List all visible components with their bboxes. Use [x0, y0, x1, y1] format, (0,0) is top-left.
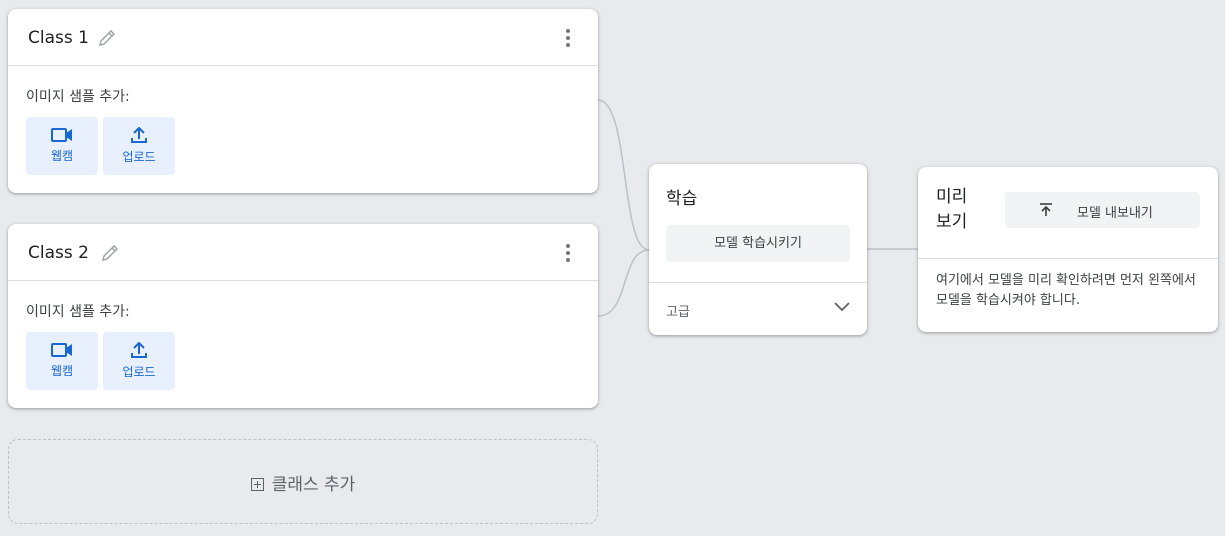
- export-model-button[interactable]: 모델 내보내기: [1005, 192, 1200, 228]
- sample-label: 이미지 샘플 추가:: [26, 89, 130, 105]
- webcam-label: 웹캠: [50, 149, 74, 163]
- connector-class2-to-training: [597, 249, 650, 317]
- connector-class1-to-training: [597, 99, 650, 251]
- pencil-icon[interactable]: [96, 27, 118, 49]
- add-class-button[interactable]: 클래스 추가: [8, 439, 598, 524]
- sample-label: 이미지 샘플 추가:: [26, 304, 130, 320]
- training-title: 학습: [666, 189, 698, 209]
- advanced-toggle[interactable]: 고급: [649, 283, 867, 335]
- preview-title: 미리 보기: [936, 185, 986, 235]
- webcam-button[interactable]: 웹캠: [26, 332, 98, 390]
- divider: [918, 258, 1218, 259]
- upload-label: 업로드: [122, 365, 156, 379]
- upload-icon: [131, 342, 147, 358]
- export-icon: [1040, 203, 1052, 216]
- class-card-2: Class 2 이미지 샘플 추가: 웹캠 업로드: [8, 224, 598, 408]
- more-vert-icon[interactable]: [560, 244, 576, 264]
- chevron-down-icon: [834, 302, 850, 312]
- class-card-1: Class 1 이미지 샘플 추가: 웹캠 업로드: [8, 9, 598, 193]
- webcam-label: 웹캠: [50, 364, 74, 378]
- pencil-icon[interactable]: [99, 242, 121, 264]
- upload-label: 업로드: [122, 150, 156, 164]
- class-header: Class 2: [8, 224, 598, 281]
- add-box-icon: [250, 478, 264, 491]
- add-class-content: 클래스 추가: [9, 470, 597, 495]
- class-name[interactable]: Class 2: [28, 243, 89, 263]
- preview-title-line1: 미리: [936, 187, 968, 207]
- videocam-icon: [51, 128, 72, 142]
- upload-button[interactable]: 업로드: [103, 117, 175, 175]
- preview-title-line2: 보기: [936, 212, 968, 232]
- train-model-button[interactable]: 모델 학습시키기: [666, 225, 850, 262]
- export-label: 모델 내보내기: [1077, 206, 1153, 221]
- training-card: 학습 모델 학습시키기 고급: [649, 164, 867, 335]
- preview-message: 여기에서 모델을 미리 확인하려면 먼저 왼쪽에서 모델을 학습시켜야 합니다.: [936, 273, 1196, 308]
- more-vert-icon[interactable]: [560, 29, 576, 49]
- add-class-label: 클래스 추가: [271, 475, 356, 495]
- upload-button[interactable]: 업로드: [103, 332, 175, 390]
- webcam-button[interactable]: 웹캠: [26, 117, 98, 175]
- preview-card: 미리 보기 모델 내보내기 여기에서 모델을 미리 확인하려면 먼저 왼쪽에서 …: [918, 167, 1218, 332]
- class-header: Class 1: [8, 9, 598, 66]
- videocam-icon: [51, 343, 72, 357]
- advanced-label: 고급: [666, 305, 690, 320]
- class-name[interactable]: Class 1: [28, 28, 89, 48]
- upload-icon: [131, 127, 147, 143]
